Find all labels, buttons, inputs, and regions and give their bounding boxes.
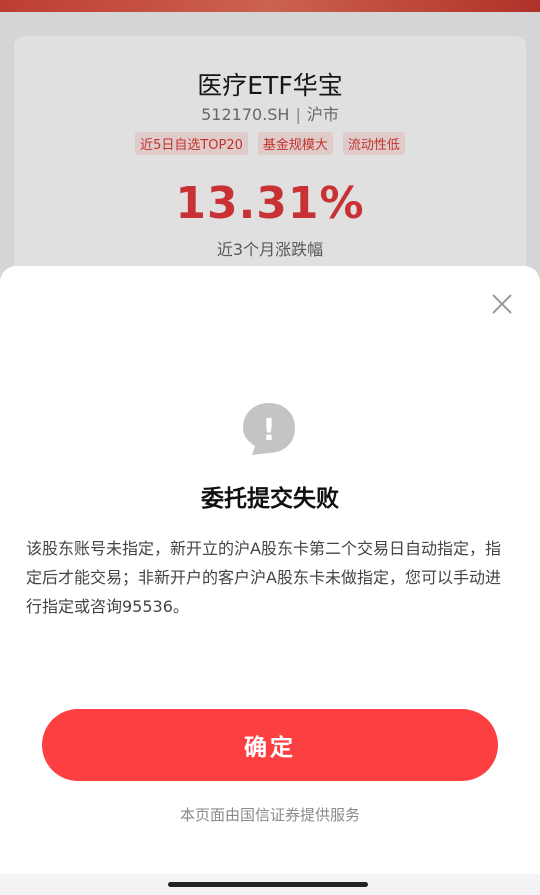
close-icon[interactable] [488, 290, 516, 318]
alert-glyph: ! [262, 413, 276, 448]
dialog-title: 委托提交失败 [201, 486, 339, 512]
home-indicator[interactable] [168, 882, 368, 887]
alert-icon: ! [243, 403, 295, 455]
provider-note: 本页面由国信证券提供服务 [179, 806, 360, 824]
dialog-message: 该股东账号未指定，新开立的沪A股东卡第二个交易日自动指定，指定后才能交易；非新开… [26, 539, 501, 616]
confirm-button[interactable]: 确定 [42, 709, 498, 781]
